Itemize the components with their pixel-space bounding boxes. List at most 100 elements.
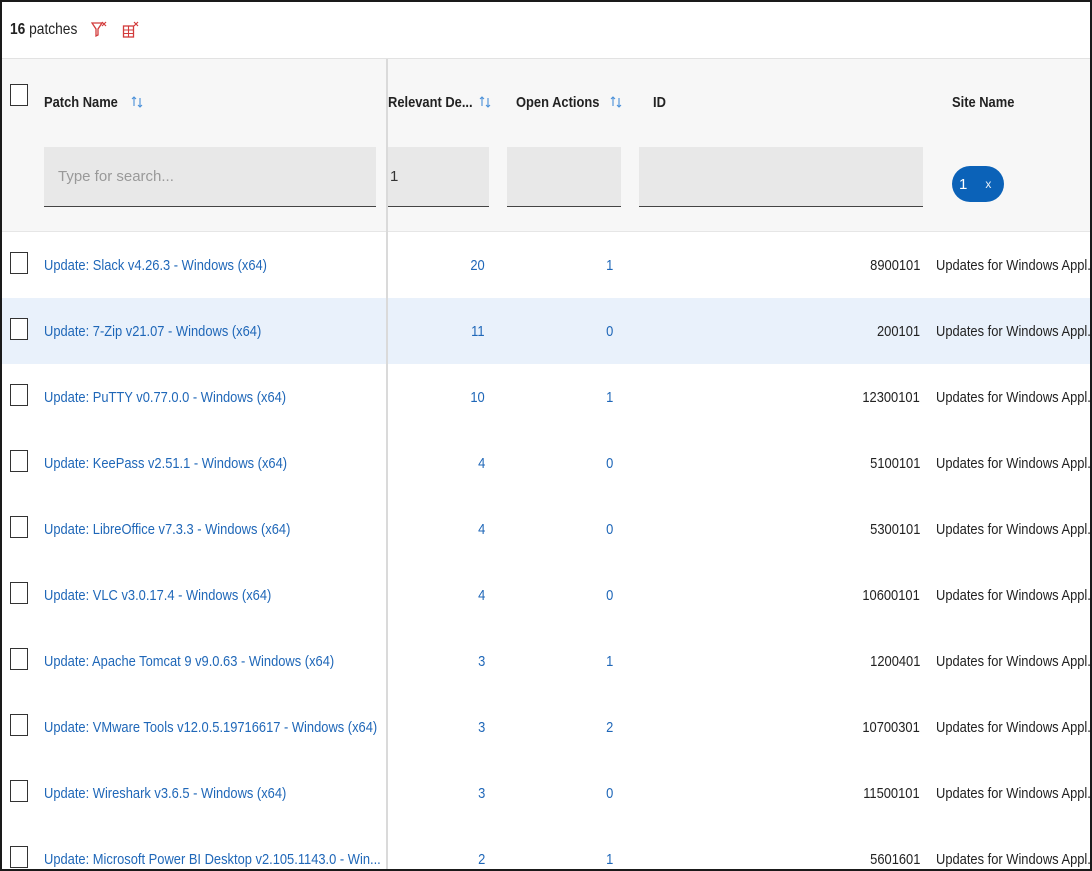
- open-actions-link[interactable]: 0: [605, 298, 613, 364]
- relevant-devices-link[interactable]: 20: [468, 232, 485, 298]
- table-row[interactable]: Update: Slack v4.26.3 - Windows (x64) 20 1…: [2, 232, 1090, 299]
- open-actions-value: 0: [605, 586, 613, 604]
- id-filter-input[interactable]: [639, 147, 923, 206]
- open-actions-link[interactable]: 1: [605, 628, 613, 694]
- open-actions-filter[interactable]: [507, 147, 621, 207]
- patch-name-link[interactable]: Update: VMware Tools v12.0.5.19716617 - …: [44, 694, 431, 760]
- row-checkbox[interactable]: [10, 582, 28, 604]
- relevant-devices-value: 3: [477, 784, 485, 802]
- patch-name-search-input[interactable]: [44, 147, 376, 206]
- sort-arrows-icon[interactable]: [478, 94, 492, 110]
- patch-id: 200101: [870, 298, 920, 364]
- relevant-devices-link[interactable]: 3: [477, 628, 485, 694]
- patch-name-link[interactable]: Update: Wireshark v3.6.5 - Windows (x64): [44, 760, 326, 826]
- open-actions-link[interactable]: 0: [605, 760, 613, 826]
- patch-name-text: Update: KeePass v2.51.1 - Windows (x64): [44, 454, 288, 472]
- patch-id-value: 1200401: [869, 652, 920, 670]
- table-row[interactable]: Update: Wireshark v3.6.5 - Windows (x64)…: [2, 760, 1090, 827]
- relevant-devices-filter[interactable]: [388, 147, 489, 207]
- patch-id: 12300101: [853, 364, 920, 430]
- row-checkbox[interactable]: [10, 384, 28, 406]
- patch-name-text: Update: PuTTY v0.77.0.0 - Windows (x64): [44, 388, 287, 406]
- patch-name-link[interactable]: Update: LibreOffice v7.3.3 - Windows (x6…: [44, 496, 331, 562]
- relevant-devices-value: 4: [477, 586, 485, 604]
- site-name: Updates for Windows Appl..: [936, 562, 1092, 628]
- relevant-devices-link[interactable]: 4: [477, 430, 485, 496]
- row-checkbox[interactable]: [10, 780, 28, 802]
- site-name-value: Updates for Windows Appl..: [936, 322, 1092, 340]
- table-row[interactable]: Update: VMware Tools v12.0.5.19716617 - …: [2, 694, 1090, 761]
- site-name-header-label: Site Name: [952, 93, 1015, 111]
- site-name-filter-chip[interactable]: 1 x: [952, 166, 1004, 202]
- row-checkbox[interactable]: [10, 846, 28, 868]
- relevant-devices-link[interactable]: 11: [469, 298, 485, 364]
- patch-name-text: Update: Microsoft Power BI Desktop v2.10…: [44, 850, 381, 868]
- open-actions-link[interactable]: 0: [605, 430, 613, 496]
- patch-name-link[interactable]: Update: Apache Tomcat 9 v9.0.63 - Window…: [44, 628, 381, 694]
- patch-name-text: Update: LibreOffice v7.3.3 - Windows (x6…: [44, 520, 291, 538]
- open-actions-value: 1: [605, 652, 613, 670]
- row-checkbox[interactable]: [10, 318, 28, 340]
- patch-id: 5300101: [862, 496, 920, 562]
- relevant-devices-link[interactable]: 10: [468, 364, 485, 430]
- column-header-site-name[interactable]: Site Name: [952, 89, 1025, 115]
- patch-name-filter[interactable]: [44, 147, 376, 207]
- patch-name-link[interactable]: Update: PuTTY v0.77.0.0 - Windows (x64): [44, 364, 326, 430]
- site-name-value: Updates for Windows Appl..: [936, 388, 1092, 406]
- patch-name-link[interactable]: Update: 7-Zip v21.07 - Windows (x64): [44, 298, 297, 364]
- relevant-devices-link[interactable]: 4: [477, 496, 485, 562]
- site-name: Updates for Windows Appl..: [936, 826, 1092, 869]
- site-name-value: Updates for Windows Appl..: [936, 850, 1092, 868]
- open-actions-link[interactable]: 0: [605, 562, 613, 628]
- open-actions-link[interactable]: 1: [605, 826, 613, 869]
- table-row[interactable]: Update: VLC v3.0.17.4 - Windows (x64) 4 0 1…: [2, 562, 1090, 629]
- table-toolbar: 16 patches: [2, 2, 1090, 59]
- row-checkbox[interactable]: [10, 714, 28, 736]
- open-actions-link[interactable]: 0: [605, 496, 613, 562]
- patch-name-link[interactable]: Update: Slack v4.26.3 - Windows (x64): [44, 232, 303, 298]
- table-row[interactable]: Update: Apache Tomcat 9 v9.0.63 - Window…: [2, 628, 1090, 695]
- column-header-patch-name[interactable]: Patch Name: [44, 89, 144, 115]
- open-actions-link[interactable]: 2: [605, 694, 613, 760]
- sort-arrows-icon[interactable]: [130, 94, 144, 110]
- patch-name-text: Update: VLC v3.0.17.4 - Windows (x64): [44, 586, 272, 604]
- patch-name-link[interactable]: Update: VLC v3.0.17.4 - Windows (x64): [44, 562, 308, 628]
- clear-filters-icon[interactable]: [88, 18, 110, 42]
- relevant-devices-link[interactable]: 3: [477, 760, 485, 826]
- chip-remove-icon[interactable]: x: [985, 177, 991, 191]
- sort-arrows-icon[interactable]: [609, 94, 623, 110]
- column-header-open-actions[interactable]: Open Actions: [516, 89, 623, 115]
- row-checkbox[interactable]: [10, 648, 28, 670]
- site-name-value: Updates for Windows Appl..: [936, 652, 1092, 670]
- id-filter[interactable]: [639, 147, 923, 207]
- open-actions-value: 1: [605, 256, 613, 274]
- table-row[interactable]: Update: 7-Zip v21.07 - Windows (x64) 11 0 2…: [2, 298, 1090, 365]
- site-name-value: Updates for Windows Appl..: [936, 256, 1092, 274]
- patch-name-link[interactable]: Update: Microsoft Power BI Desktop v2.10…: [44, 826, 436, 869]
- row-checkbox[interactable]: [10, 252, 28, 274]
- relevant-devices-filter-input[interactable]: [388, 147, 489, 206]
- relevant-devices-link[interactable]: 2: [477, 826, 485, 869]
- relevant-devices-link[interactable]: 4: [477, 562, 485, 628]
- site-name-value: Updates for Windows Appl..: [936, 586, 1092, 604]
- select-all-checkbox[interactable]: [10, 84, 28, 106]
- table-row[interactable]: Update: LibreOffice v7.3.3 - Windows (x6…: [2, 496, 1090, 563]
- open-actions-filter-input[interactable]: [507, 147, 621, 206]
- relevant-devices-value: 4: [477, 454, 485, 472]
- column-header-relevant-devices[interactable]: Relevant De...: [388, 89, 492, 115]
- patch-name-link[interactable]: Update: KeePass v2.51.1 - Windows (x64): [44, 430, 327, 496]
- open-actions-link[interactable]: 1: [605, 364, 613, 430]
- open-actions-link[interactable]: 1: [605, 232, 613, 298]
- open-actions-value: 1: [605, 388, 613, 406]
- patch-count: 16 patches: [10, 21, 77, 39]
- column-divider[interactable]: [386, 59, 388, 869]
- clear-table-filters-icon[interactable]: [120, 18, 142, 42]
- row-checkbox[interactable]: [10, 516, 28, 538]
- site-name: Updates for Windows Appl..: [936, 430, 1090, 496]
- column-header-id[interactable]: ID: [653, 89, 668, 115]
- row-checkbox[interactable]: [10, 450, 28, 472]
- table-row[interactable]: Update: PuTTY v0.77.0.0 - Windows (x64) 1…: [2, 364, 1090, 431]
- table-row[interactable]: Update: Microsoft Power BI Desktop v2.10…: [2, 826, 1092, 869]
- relevant-devices-link[interactable]: 3: [477, 694, 485, 760]
- table-row[interactable]: Update: KeePass v2.51.1 - Windows (x64) 4…: [2, 430, 1090, 497]
